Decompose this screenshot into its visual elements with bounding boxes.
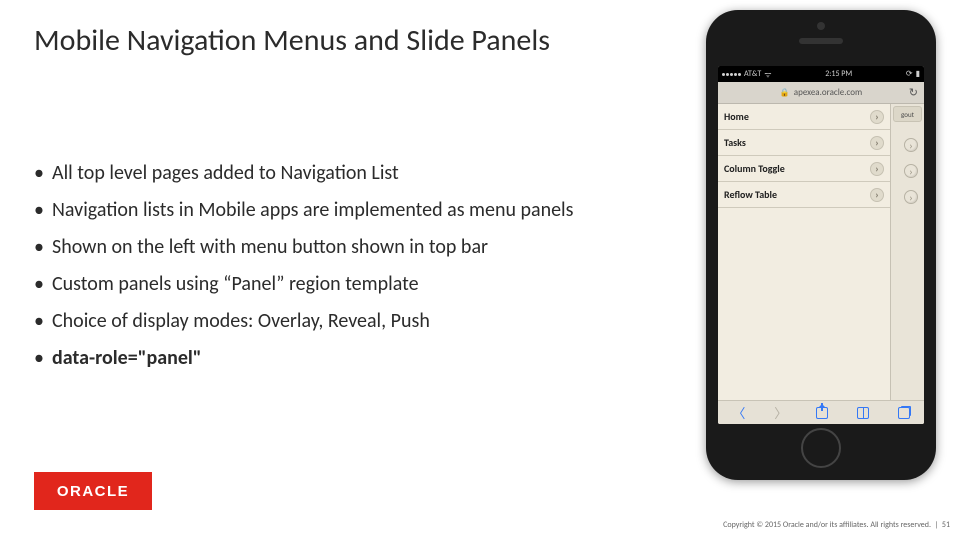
bullet-text: data-role="panel" xyxy=(52,346,202,370)
logout-label: gout xyxy=(901,110,914,119)
browser-toolbar: 〈 〉 xyxy=(718,400,924,424)
bullet-item: data-role="panel" xyxy=(34,345,634,372)
chevron-right-icon: › xyxy=(870,162,884,176)
slide-title: Mobile Navigation Menus and Slide Panels xyxy=(34,22,550,59)
bullet-item: Choice of display modes: Overlay, Reveal… xyxy=(34,308,634,335)
share-icon[interactable] xyxy=(816,407,828,419)
url-field[interactable]: 🔒 apexea.oracle.com xyxy=(780,87,862,98)
battery-icon: ▮ xyxy=(916,69,920,79)
menu-item-home[interactable]: Home › xyxy=(718,104,890,130)
menu-item-label: Tasks xyxy=(724,136,746,149)
url-text: apexea.oracle.com xyxy=(794,87,862,98)
lock-icon: 🔒 xyxy=(780,88,790,98)
bullet-text: Custom panels using “Panel” region templ… xyxy=(52,272,419,296)
forward-icon: 〉 xyxy=(774,403,787,422)
copyright-text: Copyright © 2015 Oracle and/or its affil… xyxy=(723,520,931,530)
wifi-icon: ᯤ xyxy=(764,69,771,80)
menu-item-label: Reflow Table xyxy=(724,188,777,201)
bullet-item: All top level pages added to Navigation … xyxy=(34,160,634,187)
bullet-item: Shown on the left with menu button shown… xyxy=(34,234,634,261)
status-bar: AT&T ᯤ 2:15 PM ⟳ ▮ xyxy=(718,66,924,82)
menu-item-tasks[interactable]: Tasks › xyxy=(718,130,890,156)
navigation-menu-panel: Home › Tasks › Column Toggle › Reflow Ta… xyxy=(718,104,890,400)
bullet-item: Navigation lists in Mobile apps are impl… xyxy=(34,197,634,224)
carrier-label: AT&T xyxy=(744,69,761,79)
bullet-text: Choice of display modes: Overlay, Reveal… xyxy=(52,309,430,333)
bullet-text: Navigation lists in Mobile apps are impl… xyxy=(52,198,573,222)
oracle-logo: ORACLE xyxy=(34,472,152,510)
bullet-text: Shown on the left with menu button shown… xyxy=(52,235,488,259)
clock-label: 2:15 PM xyxy=(825,69,852,79)
phone-screen: AT&T ᯤ 2:15 PM ⟳ ▮ 🔒 apexea.oracle.com ↻ xyxy=(718,66,924,424)
app-content-behind-panel: gout xyxy=(890,104,924,400)
logout-button[interactable]: gout xyxy=(893,106,922,122)
orientation-lock-icon: ⟳ xyxy=(906,69,913,79)
chevron-right-icon: › xyxy=(870,110,884,124)
bullet-text: All top level pages added to Navigation … xyxy=(52,161,399,185)
bullet-list: All top level pages added to Navigation … xyxy=(34,160,634,382)
page-number: 51 xyxy=(942,520,950,530)
chevron-right-icon: › xyxy=(870,136,884,150)
row-disclosure-icon[interactable] xyxy=(904,164,918,178)
phone-camera xyxy=(817,22,825,30)
oracle-logo-text: ORACLE xyxy=(57,483,129,500)
reload-icon[interactable]: ↻ xyxy=(909,86,918,99)
signal-icon xyxy=(722,73,741,76)
chevron-right-icon: › xyxy=(870,188,884,202)
footer: Copyright © 2015 Oracle and/or its affil… xyxy=(723,520,950,530)
status-left: AT&T ᯤ xyxy=(722,69,772,80)
browser-url-bar[interactable]: 🔒 apexea.oracle.com ↻ xyxy=(718,82,924,104)
row-disclosure-icon[interactable] xyxy=(904,138,918,152)
menu-item-reflow-table[interactable]: Reflow Table › xyxy=(718,182,890,208)
phone-device-frame: AT&T ᯤ 2:15 PM ⟳ ▮ 🔒 apexea.oracle.com ↻ xyxy=(706,10,936,480)
tabs-icon[interactable] xyxy=(898,407,910,419)
menu-item-label: Home xyxy=(724,110,749,123)
back-icon[interactable]: 〈 xyxy=(732,403,745,422)
bookmarks-icon[interactable] xyxy=(857,407,869,419)
menu-item-column-toggle[interactable]: Column Toggle › xyxy=(718,156,890,182)
bullet-item: Custom panels using “Panel” region templ… xyxy=(34,271,634,298)
row-disclosure-icon[interactable] xyxy=(904,190,918,204)
slide: Mobile Navigation Menus and Slide Panels… xyxy=(0,0,960,540)
menu-item-label: Column Toggle xyxy=(724,162,785,175)
status-right: ⟳ ▮ xyxy=(906,69,920,79)
